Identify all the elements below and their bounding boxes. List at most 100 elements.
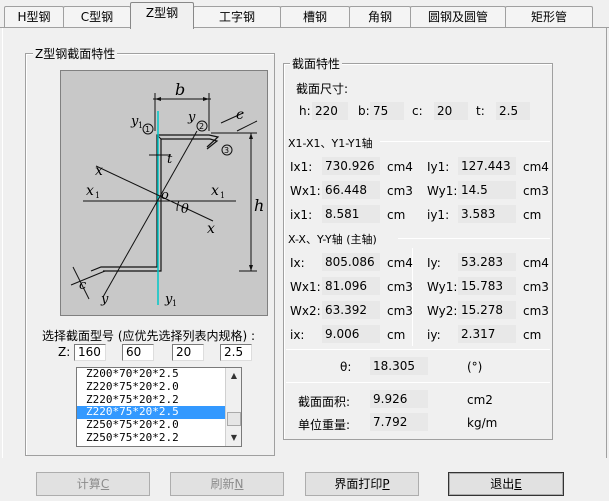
calc-button-label: 计算	[76, 477, 101, 491]
exit-button-label: 退出	[490, 477, 515, 491]
tab-label: H型钢	[17, 10, 51, 24]
xy-separator	[398, 238, 550, 239]
iy1-big-value: 127.443	[458, 157, 516, 175]
circle-1-label: 1	[145, 125, 150, 134]
section-listbox[interactable]: Z200*70*20*2.5 Z220*75*20*2.0 Z220*75*20…	[76, 367, 242, 447]
tab-channel[interactable]: 槽钢	[280, 6, 350, 28]
scroll-thumb[interactable]	[227, 412, 241, 426]
area-value: 9.926	[370, 390, 428, 408]
wy1-principal-label: Wy1:	[427, 280, 458, 294]
right-group-title: 截面特性	[290, 55, 343, 72]
z-section-diagram: b c h t y 1 y x x 1 x 1 x o θ y y 1 c 1 …	[60, 70, 268, 316]
ix-big-value: 805.086	[322, 253, 380, 271]
circle-2-label: 2	[199, 122, 204, 131]
ix-label: ix:	[290, 328, 305, 342]
iy-label: iy:	[427, 328, 441, 342]
theta-label: θ:	[340, 360, 352, 374]
iy1-big-label: Iy1:	[427, 160, 450, 174]
tab-round-tube[interactable]: 圆钢及圆管	[410, 6, 506, 28]
list-item[interactable]: Z250*75*20*2.2	[77, 431, 241, 445]
z-section-drawing: b c h t y 1 y x x 1 x 1 x o θ y y 1 c 1 …	[70, 80, 264, 308]
wy2-unit: cm3	[523, 304, 549, 318]
tab-angle[interactable]: 角钢	[349, 6, 411, 28]
wx1-principal-value: 81.096	[322, 277, 380, 295]
y-label-top: y	[187, 110, 196, 125]
print-button[interactable]: 界面打印P	[305, 472, 419, 496]
theta-unit: (°)	[467, 360, 483, 374]
h-input[interactable]: 160	[74, 344, 106, 361]
ix-value: 9.006	[322, 325, 380, 343]
iy-big-value: 53.283	[458, 253, 516, 271]
dim-c-value: 20	[434, 102, 468, 120]
x-label-right: x	[207, 221, 215, 237]
x1-label-left: x	[86, 183, 94, 199]
exit-button[interactable]: 退出E	[448, 472, 564, 496]
theta-top-separator	[286, 349, 550, 350]
h-label: h	[254, 196, 264, 215]
tab-z-steel[interactable]: Z型钢	[130, 2, 194, 29]
tab-label: 工字钢	[218, 10, 255, 24]
y1-subscript-top: 1	[138, 121, 143, 130]
list-item[interactable]: Z220*75*20*2.0	[77, 380, 241, 394]
refresh-button-label: 刷新	[210, 477, 235, 491]
list-item[interactable]: Z200*70*20*2.5	[77, 368, 241, 381]
select-section-label: 选择截面型号 (应优先选择列表内规格) :	[42, 329, 256, 343]
t-label: t	[167, 152, 173, 167]
tab-label: C型钢	[80, 10, 114, 24]
dim-t-label: t:	[476, 104, 485, 118]
dim-c-label: c:	[412, 104, 423, 118]
dim-h-label: h:	[299, 104, 311, 118]
wx2-label: Wx2:	[290, 304, 321, 318]
tab-c-steel[interactable]: C型钢	[63, 6, 131, 28]
listbox-scrollbar[interactable]: ▲ ▼	[225, 368, 241, 446]
scroll-down-icon[interactable]: ▼	[226, 430, 241, 446]
dim-b-label: b:	[358, 104, 370, 118]
ix-unit: cm	[387, 328, 406, 342]
t-input[interactable]: 2.5	[220, 344, 252, 361]
wx1-unit: cm3	[387, 184, 413, 198]
iy-big-label: Iy:	[427, 256, 441, 270]
c-label-top: c	[236, 107, 244, 123]
calc-button-key: C	[100, 477, 110, 491]
b-input[interactable]: 60	[122, 344, 154, 361]
tab-label: 圆钢及圆管	[427, 10, 488, 24]
print-button-key: P	[382, 477, 390, 491]
iy-unit: cm	[523, 328, 542, 342]
tab-h-steel[interactable]: H型钢	[4, 6, 64, 28]
ix1-big-value: 730.926	[322, 157, 380, 175]
wy1-unit: cm3	[523, 184, 549, 198]
dim-b-value: 75	[370, 102, 404, 120]
refresh-button-key: N	[234, 477, 244, 491]
ix1-value: 8.581	[322, 205, 380, 223]
ix1-label: ix1:	[290, 208, 313, 222]
y1-subscript-bottom: 1	[172, 299, 177, 308]
z-label: Z:	[58, 345, 71, 359]
wx2-unit: cm3	[387, 304, 413, 318]
wx1-principal-unit: cm3	[387, 280, 413, 294]
exit-button-key: E	[514, 477, 522, 491]
theta-value: 18.305	[370, 357, 428, 375]
wx2-value: 63.392	[322, 301, 380, 319]
scroll-up-icon[interactable]: ▲	[226, 368, 241, 384]
dim-t-value: 2.5	[496, 102, 530, 120]
area-unit: cm2	[467, 393, 493, 407]
wy1-principal-unit: cm3	[523, 280, 549, 294]
c-input[interactable]: 20	[172, 344, 204, 361]
ix1-big-label: Ix1:	[290, 160, 313, 174]
dim-h-value: 220	[312, 102, 348, 120]
tab-i-beam[interactable]: 工字钢	[193, 6, 281, 28]
c-label-bottom: c	[79, 278, 87, 293]
x1y1-separator	[380, 141, 550, 142]
origin-label: o	[161, 188, 169, 203]
tab-rect-tube[interactable]: 矩形管	[505, 6, 593, 28]
wy1-label: Wy1:	[427, 184, 458, 198]
wy1-value: 14.5	[458, 181, 516, 199]
calc-button[interactable]: 计算C	[36, 472, 150, 496]
ix1-unit: cm	[387, 208, 406, 222]
wx1-principal-label: Wx1:	[290, 280, 321, 294]
b-label: b	[175, 80, 185, 99]
y-label-bottom: y	[100, 292, 109, 307]
wx1-value: 66.448	[322, 181, 380, 199]
area-label: 截面面积:	[298, 395, 351, 409]
refresh-button[interactable]: 刷新N	[170, 472, 284, 496]
